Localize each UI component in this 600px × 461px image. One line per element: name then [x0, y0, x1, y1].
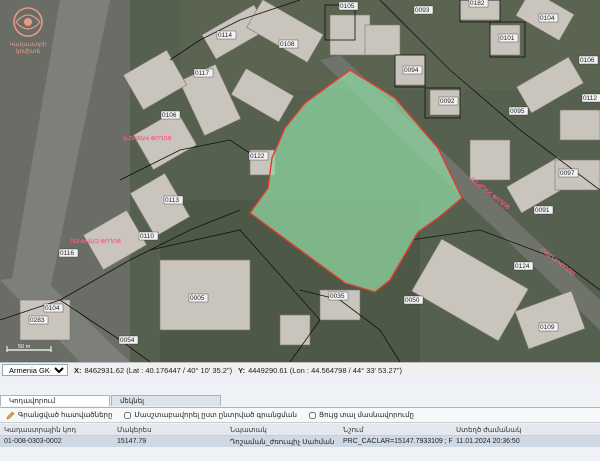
scale-label: 50 m: [18, 344, 31, 350]
results-panel: Կոդավորում մեկնել Գրանցված հատվածները Մա…: [0, 377, 600, 461]
zoom-to-selection-checkbox[interactable]: [124, 411, 132, 419]
parcel-label: 0114: [218, 32, 232, 39]
parcel-label: 0124: [515, 263, 530, 270]
parcel-label: 0116: [60, 250, 74, 257]
y-value: 4449290.61 (Lon : 44.564798 / 44° 33' 53…: [248, 365, 402, 375]
parcel-label: 0104: [540, 15, 555, 22]
parcel-label: 0105: [340, 3, 355, 10]
note-cell: PRC_CACLAR=15147.7933109 ; P...: [343, 438, 452, 445]
created-time-cell: 11.01.2024 20:36:50: [456, 438, 520, 445]
parcel-label: 0112: [583, 95, 597, 102]
parcel-label: 0106: [162, 112, 177, 119]
coordinate-bar: Armenia GK-8 X: 8462931.62 (Lat : 40.176…: [0, 362, 600, 378]
column-header[interactable]: Նշում: [339, 426, 452, 434]
parcel-label: 0101: [500, 35, 515, 42]
logo-title-line2: կոմիտե: [15, 49, 41, 55]
tab-bar: Կոդավորում մեկնել: [0, 395, 600, 408]
logo-title-line1: Կադաստրի: [9, 42, 47, 48]
parcel-label: 0106: [580, 57, 595, 64]
aerial-map[interactable]: Ա.ՇՈՏԱՎ ՓՈՂՈՑ ՈՍԿԵՎԱԶ ՓՈՂՈՑ Գ.ՆԺԴԵՀ ՓՈՂՈ…: [0, 0, 600, 362]
x-value: 8462931.62 (Lat : 40.176447 / 40° 10' 35…: [84, 365, 233, 375]
results-table: Կադաստրային կոդ Մակերես Նպատակ Նշում Ստե…: [0, 424, 600, 447]
map-view[interactable]: Ա.ՇՈՏԱՎ ՓՈՂՈՑ ՈՍԿԵՎԱԶ ՓՈՂՈՑ Գ.ՆԺԴԵՀ ՓՈՂՈ…: [0, 0, 600, 362]
x-label: X:: [74, 365, 82, 375]
show-detail-checkbox[interactable]: [308, 411, 316, 419]
parcel-label: 0097: [560, 170, 575, 177]
parcel-label: 0093: [415, 7, 430, 14]
show-detail-label: Ցույց տալ մասնավորումը: [318, 412, 414, 419]
parcel-label: 0182: [470, 0, 485, 7]
parcel-label: 0054: [120, 337, 135, 344]
parcel-label: 0091: [535, 207, 550, 214]
show-detail-option[interactable]: Ցույց տալ մասնավորումը: [308, 411, 414, 419]
table-row[interactable]: 01-008-0303-0002 15147.79 Դոշաման_ժռուպի…: [0, 436, 600, 447]
coat-of-arms-icon: [13, 7, 43, 37]
column-header[interactable]: Կադաստրային կոդ: [0, 426, 113, 434]
parcel-label: 0005: [190, 295, 205, 302]
parcel-label: 0117: [195, 70, 209, 77]
column-header[interactable]: Նպատակ: [226, 426, 339, 434]
parcel-label: 0035: [330, 293, 345, 300]
parcel-label: 0283: [30, 317, 45, 324]
tab-depart[interactable]: մեկնել: [111, 395, 221, 406]
cadastral-code-cell: 01-008-0303-0002: [4, 438, 62, 445]
column-header[interactable]: Մակերես: [113, 426, 226, 434]
parcel-label: 0113: [165, 197, 179, 204]
parcel-label: 0109: [540, 324, 555, 331]
edit-registered-label: Գրանցված հատվածները: [18, 412, 113, 419]
pencil-icon: [6, 411, 15, 419]
street-label: Ա.ՇՈՏԱՎ ՓՈՂՈՑ: [123, 135, 172, 142]
purpose-cell: Դոշաման_ժռուպիչ Սահման: [230, 438, 335, 446]
street-label: ՈՍԿԵՎԱԶ ՓՈՂՈՑ: [70, 238, 122, 245]
column-header[interactable]: Ստեղծ ժամանակ: [452, 426, 600, 434]
parcel-label: 0122: [250, 153, 265, 160]
parcel-label: 0094: [404, 67, 419, 74]
projection-select[interactable]: Armenia GK-8: [2, 364, 68, 376]
tab-coding[interactable]: Կոդավորում: [0, 395, 110, 406]
logo: Կադաստրի կոմիտե: [2, 6, 54, 66]
table-header: Կադաստրային կոդ Մակերես Նպատակ Նշում Ստե…: [0, 424, 600, 436]
parcel-label: 0108: [280, 41, 295, 48]
area-cell: 15147.79: [117, 438, 147, 445]
zoom-to-selection-option[interactable]: Մասշտաբավորել ըստ ընտրված գրանցման: [124, 411, 297, 419]
parcel-label: 0092: [440, 98, 455, 105]
y-label: Y:: [238, 365, 246, 375]
parcel-label: 0095: [510, 108, 525, 115]
parcel-label: 0110: [140, 233, 154, 240]
parcel-label: 0104: [45, 305, 60, 312]
zoom-to-selection-label: Մասշտաբավորել ըստ ընտրված գրանցման: [134, 412, 297, 419]
edit-registered-button[interactable]: Գրանցված հատվածները: [6, 411, 112, 420]
results-toolbar: Գրանցված հատվածները Մասշտաբավորել ըստ ըն…: [0, 408, 600, 423]
parcel-label: 0050: [405, 297, 420, 304]
